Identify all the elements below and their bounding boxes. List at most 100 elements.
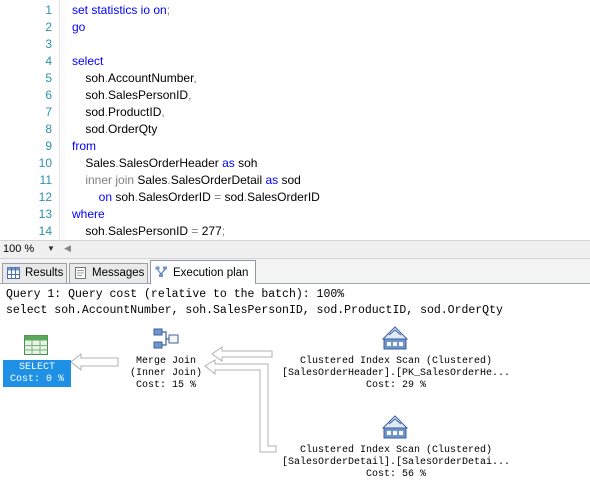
code-token: soh <box>72 224 105 238</box>
code-token: set statistics io <box>72 3 154 17</box>
code-token: inner join <box>72 173 138 187</box>
clustered-index-scan-icon[interactable] <box>381 325 409 351</box>
merge-join-operator[interactable]: Merge Join (Inner Join) Cost: 15 % <box>116 356 216 392</box>
line-number: 13 <box>38 207 52 221</box>
tab-results-label: Results <box>25 267 64 279</box>
scan-detail-cost: Cost: 56 % <box>365 469 426 480</box>
code-token: from <box>72 139 96 153</box>
code-text: soh.SalesPersonID, <box>72 87 191 104</box>
clustered-index-scan-icon[interactable] <box>381 414 409 440</box>
code-token: , <box>188 88 192 102</box>
editor-status-bar: 100 % ▼ ◀ <box>0 240 590 259</box>
code-text: soh.SalesPersonID = 277; <box>72 223 225 240</box>
grid-icon <box>7 267 20 279</box>
zoom-dropdown-icon[interactable]: ▼ <box>47 244 55 253</box>
tab-execution-plan-label: Execution plan <box>173 267 249 279</box>
arrow-to-select <box>70 352 119 372</box>
line-number: 8 <box>45 122 52 136</box>
line-number: 3 <box>45 37 52 51</box>
code-token: on <box>153 3 167 17</box>
code-token: Sales <box>72 156 116 170</box>
tab-messages[interactable]: Messages <box>69 263 148 283</box>
code-text: Sales.SalesOrderHeader as soh <box>72 155 257 172</box>
merge-join-icon[interactable] <box>153 328 179 350</box>
code-token: , <box>193 71 197 85</box>
scan-sales-order-header[interactable]: Clustered Index Scan (Clustered) [SalesO… <box>266 356 526 392</box>
code-text: set statistics io on; <box>72 2 170 19</box>
results-tab-bar: Results Messages Execution plan <box>0 259 590 284</box>
code-token: sod <box>72 122 105 136</box>
code-text: go <box>72 19 85 36</box>
scroll-left-icon[interactable]: ◀ <box>64 243 71 254</box>
code-token: where <box>72 207 105 221</box>
code-text: select <box>72 53 103 70</box>
code-token: on <box>72 190 113 204</box>
select-operator[interactable]: SELECT Cost: 0 % <box>3 360 71 387</box>
code-text: inner join Sales.SalesOrderDetail as sod <box>72 172 301 189</box>
code-token: SalesPersonID <box>108 224 192 238</box>
code-token: Sales <box>137 173 168 187</box>
code-token: sod <box>221 190 244 204</box>
line-number: 7 <box>45 105 52 119</box>
merge-join-detail: (Inner Join) <box>129 368 202 379</box>
code-token: SalesOrderID <box>247 190 320 204</box>
code-token: OrderQty <box>108 122 158 136</box>
scan-header-name: Clustered Index Scan (Clustered) <box>299 356 493 367</box>
code-token: soh <box>72 71 105 85</box>
code-text: from <box>72 138 96 155</box>
code-token: ProductID <box>108 105 162 119</box>
arrow-from-header-scan <box>211 346 273 362</box>
code-token: , <box>161 105 165 119</box>
line-number: 4 <box>45 54 52 68</box>
code-token: ; <box>221 224 226 238</box>
code-token: AccountNumber <box>108 71 194 85</box>
scan-detail-object: [SalesOrderDetail].[SalesOrderDetai... <box>281 457 511 468</box>
select-operator-name: SELECT <box>18 362 55 373</box>
tab-execution-plan[interactable]: Execution plan <box>150 260 256 284</box>
scan-header-object: [SalesOrderHeader].[PK_SalesOrderHe... <box>281 368 511 379</box>
code-token: go <box>72 20 86 34</box>
scan-sales-order-detail[interactable]: Clustered Index Scan (Clustered) [SalesO… <box>266 445 526 481</box>
merge-join-cost: Cost: 15 % <box>135 380 196 391</box>
execution-plan-icon <box>155 266 167 277</box>
code-text: sod.ProductID, <box>72 104 165 121</box>
line-number: 6 <box>45 88 52 102</box>
tab-results[interactable]: Results <box>2 263 67 283</box>
code-text: soh.AccountNumber, <box>72 70 197 87</box>
code-token: SalesPersonID <box>108 88 189 102</box>
code-token: soh <box>234 156 258 170</box>
line-number: 1 <box>45 3 52 17</box>
tab-messages-label: Messages <box>92 267 145 279</box>
code-token: 277 <box>198 224 222 238</box>
zoom-level[interactable]: 100 % <box>3 243 34 255</box>
merge-join-name: Merge Join <box>135 356 196 367</box>
code-token: soh <box>112 190 135 204</box>
code-token: as <box>265 173 279 187</box>
code-text: where <box>72 206 105 223</box>
code-text: sod.OrderQty <box>72 121 157 138</box>
code-token: sod <box>72 105 105 119</box>
line-number: 11 <box>39 173 52 187</box>
line-number: 12 <box>38 190 52 204</box>
code-token: SalesOrderDetail <box>170 173 266 187</box>
scan-header-cost: Cost: 29 % <box>365 380 426 391</box>
select-icon[interactable] <box>24 335 48 355</box>
select-operator-cost: Cost: 0 % <box>9 374 64 385</box>
code-token: select <box>72 54 104 68</box>
code-token: ; <box>166 3 171 17</box>
scan-detail-name: Clustered Index Scan (Clustered) <box>299 445 493 456</box>
code-token: SalesOrderHeader <box>118 156 223 170</box>
messages-icon <box>75 267 86 279</box>
code-text: on soh.SalesOrderID = sod.SalesOrderID <box>72 189 320 206</box>
line-number: 2 <box>45 20 52 34</box>
editor-margin <box>59 0 65 240</box>
execution-plan-pane[interactable]: Query 1: Query cost (relative to the bat… <box>0 284 590 490</box>
sql-editor[interactable]: 1 set statistics io on; 2 go 3 4 select 5 soh.A… <box>0 0 590 240</box>
code-token: SalesOrderID <box>138 190 215 204</box>
code-token: as <box>222 156 235 170</box>
line-number: 14 <box>38 224 52 238</box>
code-token: sod <box>278 173 301 187</box>
code-token: soh <box>72 88 105 102</box>
line-number: 5 <box>45 71 52 85</box>
line-number: 10 <box>38 156 52 170</box>
